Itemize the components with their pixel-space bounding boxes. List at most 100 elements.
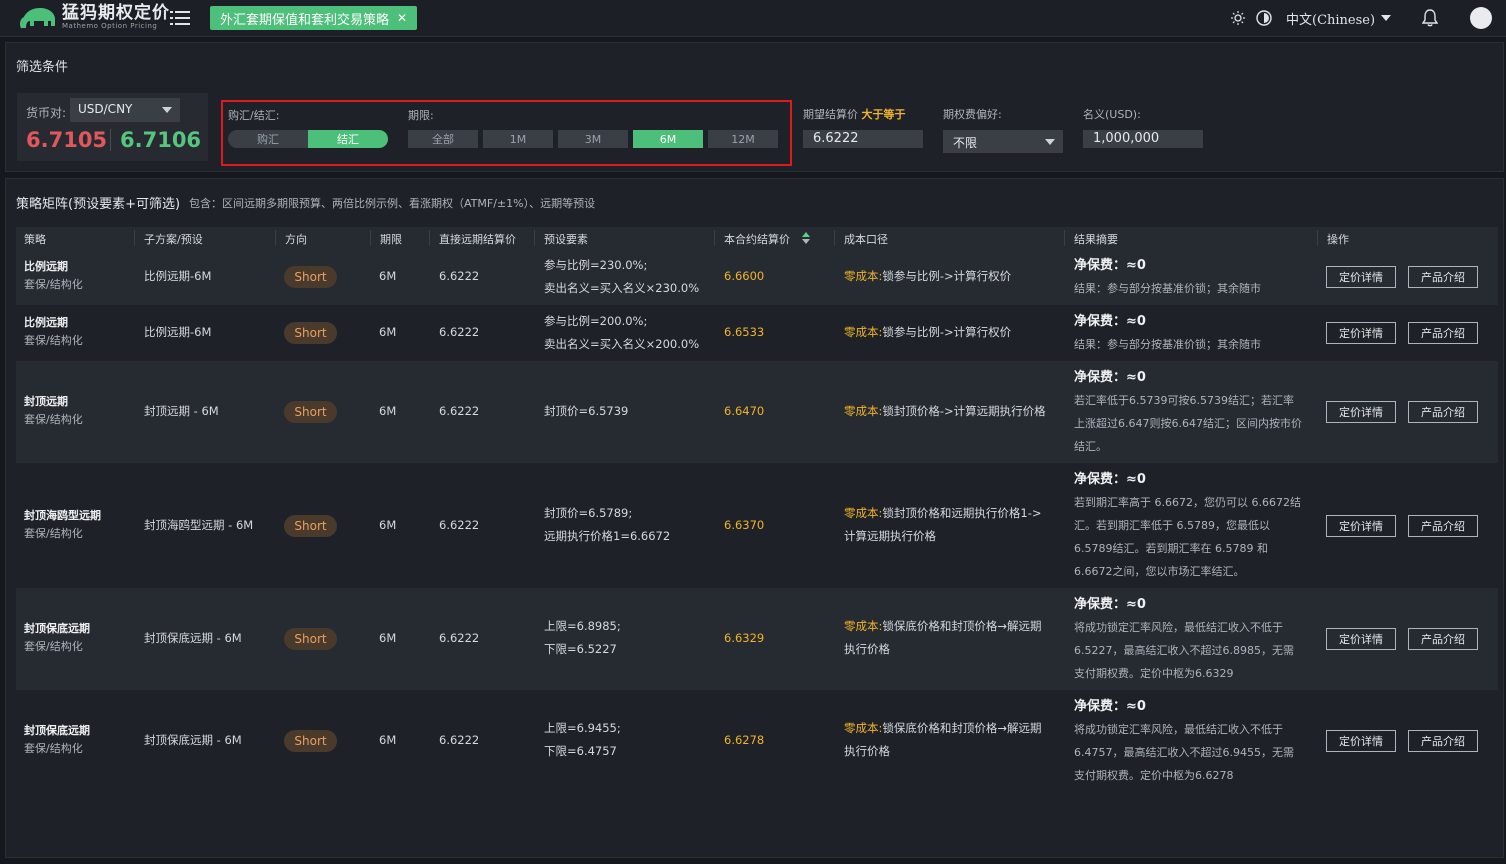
- bid-price: 6.7105: [26, 128, 108, 152]
- col-price[interactable]: 本合约结算价: [724, 231, 790, 247]
- col-forward: 直接远期结算价: [439, 233, 516, 246]
- direction-option-sell[interactable]: 结汇: [308, 130, 388, 148]
- col-divider: [275, 230, 276, 246]
- premium-pref-value: 不限: [953, 136, 978, 150]
- result-line: 结汇。: [1074, 440, 1107, 453]
- cost-key: 零成本:: [844, 269, 883, 283]
- param-line: 封顶价=6.5789;: [544, 506, 633, 520]
- param-line: 下限=6.4757: [544, 744, 617, 758]
- contract-price: 6.6470: [724, 404, 765, 418]
- result-line: 若到期汇率高于 6.6672，您仍可以 6.6672结: [1074, 496, 1301, 509]
- col-actions: 操作: [1327, 233, 1349, 246]
- result-line: 结果：参与部分按基准价锁；其余随市: [1074, 282, 1261, 295]
- result-line: 6.5227，最高结汇收入不超过6.8985，无需: [1074, 644, 1294, 657]
- product-intro-button[interactable]: 产品介绍: [1408, 401, 1478, 423]
- pricing-detail-button[interactable]: 定价详情: [1326, 322, 1396, 344]
- mammoth-logo-icon: [19, 8, 55, 29]
- expected-price-label: 期望结算价 大于等于: [803, 108, 906, 121]
- tenor-option-3m[interactable]: 3M: [558, 130, 628, 148]
- result-line: 将成功锁定汇率风险，最低结汇收入不低于: [1074, 621, 1283, 634]
- strategy-category: 套保/结构化: [24, 640, 83, 653]
- sub-plan: 封顶海鸥型远期 - 6M: [144, 518, 254, 532]
- col-strategy: 策略: [24, 233, 46, 246]
- sub-plan: 封顶保底远期 - 6M: [144, 733, 242, 747]
- notional-input[interactable]: 1,000,000: [1083, 130, 1203, 148]
- menu-icon[interactable]: [170, 9, 190, 27]
- tenor-label: 期限:: [408, 109, 434, 122]
- cost-text: 锁封顶价格->计算远期执行价格: [882, 404, 1046, 418]
- forward-price: 6.6222: [439, 325, 480, 339]
- param-line: 参与比例=230.0%;: [544, 258, 648, 272]
- product-intro-button[interactable]: 产品介绍: [1408, 628, 1478, 650]
- direction-option-buy[interactable]: 购汇: [228, 130, 308, 148]
- col-cost: 成本口径: [844, 233, 888, 246]
- product-intro-button[interactable]: 产品介绍: [1408, 322, 1478, 344]
- result-line: 支付期权费。定价中枢为6.6329: [1074, 667, 1234, 680]
- pricing-detail-button[interactable]: 定价详情: [1326, 515, 1396, 537]
- contract-price: 6.6370: [724, 518, 765, 532]
- expected-price-input[interactable]: 6.6222: [803, 130, 923, 148]
- tenor-value: 6M: [379, 269, 397, 283]
- table-row: 封顶保底远期 套保/结构化 封顶保底远期 - 6M Short 6M 6.6222…: [16, 690, 1498, 792]
- result-line: 汇。若到期汇率低于 6.5789，您最低以: [1074, 519, 1270, 532]
- sun-icon[interactable]: [1231, 11, 1245, 25]
- tenor-option-all[interactable]: 全部: [408, 130, 478, 148]
- user-avatar[interactable]: [1470, 7, 1492, 29]
- premium-pref-select[interactable]: 不限: [943, 130, 1063, 153]
- tenor-option-6m[interactable]: 6M: [633, 130, 703, 148]
- sort-icon[interactable]: [801, 231, 811, 245]
- net-premium: 净保费：≈0: [1074, 258, 1146, 273]
- tab-close-icon[interactable]: ✕: [397, 11, 407, 25]
- bell-icon[interactable]: [1422, 9, 1438, 27]
- net-premium: 净保费：≈0: [1074, 370, 1146, 385]
- pricing-detail-button[interactable]: 定价详情: [1326, 628, 1396, 650]
- col-params: 预设要素: [544, 233, 588, 246]
- app-logo[interactable]: 猛犸期权定价 Mathemo Option Pricing: [18, 4, 170, 30]
- cost-key: 零成本:: [844, 619, 883, 633]
- col-divider: [1317, 230, 1318, 246]
- col-result: 结果摘要: [1074, 233, 1118, 246]
- forward-price: 6.6222: [439, 733, 480, 747]
- product-intro-button[interactable]: 产品介绍: [1408, 730, 1478, 752]
- currency-pair-select[interactable]: USD/CNY: [70, 98, 180, 122]
- table-row: 封顶保底远期 套保/结构化 封顶保底远期 - 6M Short 6M 6.6222…: [16, 588, 1498, 690]
- cost-key: 零成本:: [844, 404, 883, 418]
- language-caret-icon[interactable]: [1381, 15, 1391, 21]
- strategy-name: 封顶远期: [24, 395, 68, 408]
- tenor-option-12m[interactable]: 12M: [708, 130, 778, 148]
- tenor-value: 6M: [379, 631, 397, 645]
- matrix-title: 策略矩阵(预设要素+可筛选): [16, 197, 181, 212]
- col-direction: 方向: [285, 233, 307, 246]
- language-selector[interactable]: 中文(Chinese): [1286, 9, 1375, 28]
- pricing-detail-button[interactable]: 定价详情: [1326, 401, 1396, 423]
- result-line: 6.5789结汇。若到期汇率在 6.5789 和: [1074, 542, 1268, 555]
- param-line: 封顶价=6.5739: [544, 404, 629, 418]
- result-line: 若汇率低于6.5739可按6.5739结汇；若汇率: [1074, 394, 1294, 407]
- product-intro-button[interactable]: 产品介绍: [1408, 266, 1478, 288]
- theme-toggle-icon[interactable]: [1256, 10, 1272, 26]
- pricing-detail-button[interactable]: 定价详情: [1326, 266, 1396, 288]
- param-line: 下限=6.5227: [544, 642, 617, 656]
- result-line: 支付期权费。定价中枢为6.6278: [1074, 769, 1234, 782]
- cost-key: 零成本:: [844, 506, 883, 520]
- tab-active[interactable]: 外汇套期保值和套利交易策略 ✕: [210, 6, 418, 30]
- param-line: 上限=6.9455;: [544, 721, 621, 735]
- strategy-category: 套保/结构化: [24, 742, 83, 755]
- strategy-name: 封顶海鸥型远期: [24, 509, 101, 522]
- col-sub: 子方案/预设: [144, 233, 203, 246]
- strategy-matrix: 策略矩阵(预设要素+可筛选) 包含：区间远期多期限预算、两倍比例示例、看涨期权（…: [5, 178, 1504, 858]
- strategy-category: 套保/结构化: [24, 334, 83, 347]
- result-line: 将成功锁定汇率风险，最低结汇收入不低于: [1074, 723, 1283, 736]
- chevron-down-icon: [1045, 139, 1055, 145]
- product-intro-button[interactable]: 产品介绍: [1408, 515, 1478, 537]
- pricing-detail-button[interactable]: 定价详情: [1326, 730, 1396, 752]
- strategy-name: 比例远期: [24, 316, 68, 329]
- price-divider: [110, 129, 111, 151]
- direction-label: 购汇/结汇:: [228, 109, 280, 122]
- tenor-value: 6M: [379, 733, 397, 747]
- param-line: 上限=6.8985;: [544, 619, 621, 633]
- tenor-option-1m[interactable]: 1M: [483, 130, 553, 148]
- net-premium: 净保费：≈0: [1074, 314, 1146, 329]
- contract-price: 6.6329: [724, 631, 765, 645]
- forward-price: 6.6222: [439, 404, 480, 418]
